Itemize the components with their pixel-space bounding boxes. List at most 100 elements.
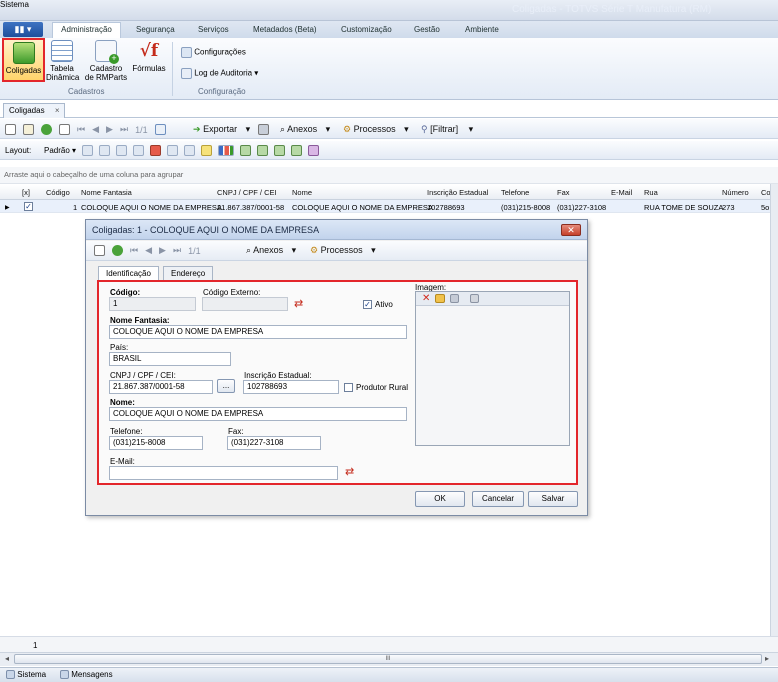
log-auditoria-button[interactable]: Log de Auditoria ▾ bbox=[181, 68, 258, 79]
pais-field[interactable]: BRASIL bbox=[109, 352, 231, 366]
cnpj-field[interactable]: 21.867.387/0001-58 bbox=[109, 380, 213, 394]
nome-fantasia-field[interactable]: COLOQUE AQUI O NOME DA EMPRESA bbox=[109, 325, 407, 339]
close-tab-icon[interactable]: × bbox=[55, 106, 60, 115]
coligadas-button[interactable]: Coligadas bbox=[2, 38, 45, 82]
layout-save-icon[interactable] bbox=[82, 145, 93, 156]
scroll-left-icon[interactable]: ◂ bbox=[5, 654, 9, 663]
salvar-button[interactable]: Salvar bbox=[528, 491, 578, 507]
layout-view4-icon[interactable] bbox=[291, 145, 302, 156]
save-image-icon[interactable] bbox=[450, 294, 460, 303]
dialog-close-icon[interactable]: ✕ bbox=[561, 224, 581, 236]
col-header-inscricao[interactable]: Inscrição Estadual bbox=[427, 188, 488, 197]
dialog-last-icon[interactable]: ⏭ bbox=[173, 245, 181, 256]
ok-button[interactable]: OK bbox=[415, 491, 465, 507]
scroll-thumb[interactable]: III bbox=[14, 654, 762, 664]
inscricao-field[interactable]: 102788693 bbox=[243, 380, 339, 394]
layout-columns-icon[interactable] bbox=[116, 145, 127, 156]
filtrar-button[interactable]: ⚲ [Filtrar] ▾ bbox=[421, 124, 473, 135]
col-header-telefone[interactable]: Telefone bbox=[501, 188, 529, 197]
ativo-checkbox[interactable] bbox=[363, 300, 372, 309]
vertical-scrollbar[interactable] bbox=[770, 184, 778, 654]
status-mensagens[interactable]: Mensagens bbox=[60, 670, 113, 680]
remove-image-icon[interactable]: ✕ bbox=[422, 294, 430, 304]
tab-customizacao[interactable]: Customização bbox=[341, 24, 392, 36]
col-header-nome[interactable]: Nome bbox=[292, 188, 312, 197]
first-record-icon[interactable]: ⏮ bbox=[77, 124, 85, 135]
email-field[interactable] bbox=[109, 466, 338, 480]
group-by-hint[interactable]: Arraste aqui o cabeçalho de uma coluna p… bbox=[0, 167, 778, 184]
tab-identificacao[interactable]: Identificação bbox=[98, 266, 159, 280]
status-sistema[interactable]: Sistema bbox=[6, 670, 46, 680]
email-swap-icon[interactable]: ⇄ bbox=[345, 465, 354, 478]
codigo-field[interactable]: 1 bbox=[109, 297, 196, 311]
image-box[interactable] bbox=[415, 291, 570, 446]
delete-icon[interactable] bbox=[59, 124, 70, 135]
prev-record-icon[interactable]: ◀ bbox=[92, 124, 99, 135]
doc-tab-coligadas[interactable]: Coligadas × bbox=[3, 103, 66, 118]
tabela-dinamica-button[interactable]: Tabela Dinâmica bbox=[46, 40, 79, 82]
formulas-button[interactable]: √f Fórmulas bbox=[132, 40, 166, 73]
layout-rows-icon[interactable] bbox=[133, 145, 144, 156]
dialog-prev-icon[interactable]: ◀ bbox=[145, 245, 152, 256]
dialog-new-icon[interactable] bbox=[94, 245, 105, 256]
open-folder-icon[interactable] bbox=[435, 294, 446, 303]
layout-sort-icon[interactable] bbox=[184, 145, 195, 156]
layout-view1-icon[interactable] bbox=[240, 145, 251, 156]
layout-chart-icon[interactable] bbox=[218, 145, 234, 156]
layout-delete-icon[interactable] bbox=[99, 145, 110, 156]
tab-endereco[interactable]: Endereço bbox=[163, 266, 214, 280]
cadastro-rmparts-button[interactable]: + Cadastro de RMParts bbox=[84, 40, 128, 82]
tab-gestao[interactable]: Gestão bbox=[414, 24, 440, 36]
file-menu-button[interactable]: ▮▮ ▾ bbox=[3, 22, 43, 37]
print-icon[interactable] bbox=[258, 124, 269, 135]
last-record-icon[interactable]: ⏭ bbox=[120, 124, 128, 135]
col-header-rua[interactable]: Rua bbox=[644, 188, 658, 197]
layout-view3-icon[interactable] bbox=[274, 145, 285, 156]
configuracoes-button[interactable]: Configurações bbox=[181, 47, 246, 58]
cnpj-lookup-button[interactable]: ... bbox=[217, 379, 235, 393]
row-checkbox[interactable] bbox=[24, 202, 33, 211]
nome-field[interactable]: COLOQUE AQUI O NOME DA EMPRESA bbox=[109, 407, 407, 421]
produtor-rural-checkbox[interactable] bbox=[344, 383, 353, 392]
dialog-processos-button[interactable]: ⚙ Processos ▾ bbox=[310, 245, 376, 256]
layout-color-icon[interactable] bbox=[150, 145, 161, 156]
col-header-fax[interactable]: Fax bbox=[557, 188, 570, 197]
tab-servicos[interactable]: Serviços bbox=[198, 24, 229, 36]
anexos-button[interactable]: ⌕ Anexos ▾ bbox=[280, 124, 330, 135]
exportar-button[interactable]: ➔ Exportar ▾ bbox=[193, 124, 250, 135]
processos-button[interactable]: ⚙ Processos ▾ bbox=[343, 124, 409, 135]
new-record-icon[interactable] bbox=[5, 124, 16, 135]
dialog-anexos-button[interactable]: ⌕ Anexos ▾ bbox=[246, 245, 296, 256]
edit-record-icon[interactable] bbox=[23, 124, 34, 135]
layout-select[interactable]: Padrão ▾ bbox=[44, 146, 76, 155]
scanner-icon[interactable] bbox=[470, 294, 480, 303]
grid-view-icon[interactable] bbox=[154, 124, 166, 135]
layout-view5-icon[interactable] bbox=[308, 145, 319, 156]
cancelar-button[interactable]: Cancelar bbox=[472, 491, 524, 507]
col-header-nome-fantasia[interactable]: Nome Fantasia bbox=[81, 188, 132, 197]
group-label-cadastros: Cadastros bbox=[68, 87, 105, 96]
tab-administracao[interactable]: Administração bbox=[52, 22, 121, 38]
dialog-refresh-icon[interactable] bbox=[112, 245, 123, 256]
scroll-right-icon[interactable]: ▸ bbox=[765, 654, 769, 663]
col-header-numero[interactable]: Número bbox=[722, 188, 749, 197]
col-header-cnpj[interactable]: CNPJ / CPF / CEI bbox=[217, 188, 277, 197]
col-header-check[interactable]: [x] bbox=[22, 188, 30, 197]
tab-seguranca[interactable]: Segurança bbox=[136, 24, 175, 36]
next-record-icon[interactable]: ▶ bbox=[106, 124, 113, 135]
dialog-next-icon[interactable]: ▶ bbox=[159, 245, 166, 256]
col-header-email[interactable]: E-Mail bbox=[611, 188, 632, 197]
dialog-first-icon[interactable]: ⏮ bbox=[130, 245, 138, 256]
layout-note-icon[interactable] bbox=[201, 145, 212, 156]
tab-ambiente[interactable]: Ambiente bbox=[465, 24, 499, 36]
chevron-down-icon: ▾ bbox=[371, 245, 376, 255]
col-header-codigo[interactable]: Código bbox=[46, 188, 70, 197]
fax-field[interactable]: (031)227-3108 bbox=[227, 436, 321, 450]
tab-metadados[interactable]: Metadados (Beta) bbox=[253, 24, 317, 36]
refresh-icon[interactable] bbox=[41, 124, 52, 135]
layout-view2-icon[interactable] bbox=[257, 145, 268, 156]
codigo-externo-swap-icon[interactable]: ⇄ bbox=[294, 297, 303, 310]
layout-sum-icon[interactable] bbox=[167, 145, 178, 156]
codigo-externo-field[interactable] bbox=[202, 297, 288, 311]
telefone-field[interactable]: (031)215-8008 bbox=[109, 436, 203, 450]
